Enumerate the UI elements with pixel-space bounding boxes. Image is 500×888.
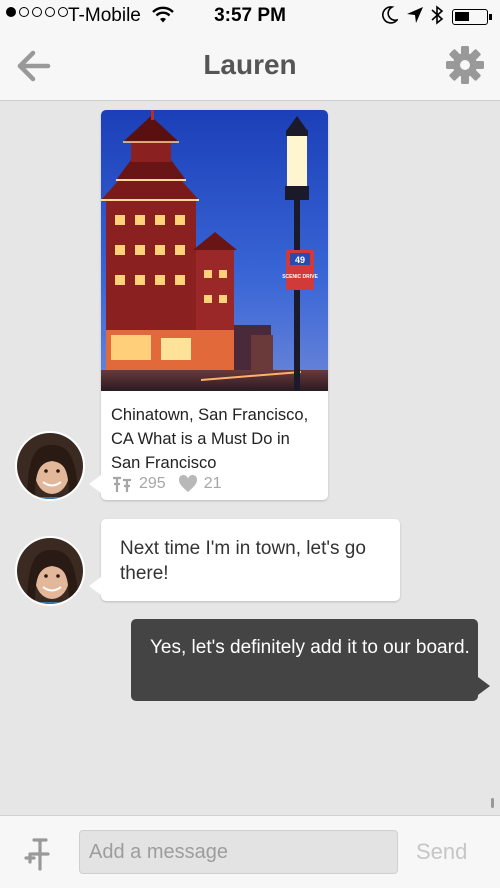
send-button[interactable]: Send: [416, 839, 467, 865]
scrollbar[interactable]: [491, 798, 494, 808]
bubble-tail: [89, 577, 101, 595]
moon-icon: [382, 6, 398, 24]
message-text: Next time I'm in town, let's go there!: [120, 538, 366, 584]
gear-icon[interactable]: [444, 44, 486, 86]
incoming-message[interactable]: Next time I'm in town, let's go there!: [89, 519, 400, 601]
page-title: Lauren: [203, 49, 297, 80]
repin-count: 295: [139, 475, 166, 492]
pin-description[interactable]: Chinatown, San Francisco, CA What is a M…: [111, 403, 323, 475]
pin-image[interactable]: 49 SCENIC DRIVE: [101, 110, 328, 391]
bubble-tail: [478, 677, 490, 695]
outgoing-message[interactable]: Yes, let's definitely add it to our boar…: [131, 619, 490, 701]
message-list[interactable]: 49 SCENIC DRIVE Chinatown, San Francisco…: [0, 101, 500, 815]
clock: 3:57 PM: [214, 5, 286, 26]
battery-icon: [452, 9, 492, 25]
location-arrow-icon: [407, 7, 423, 23]
repin-icon: [113, 476, 131, 492]
status-bar: T-Mobile 3:57 PM: [0, 0, 500, 32]
message-input[interactable]: [79, 830, 398, 874]
pin-stats: 295 21: [111, 475, 222, 493]
highway-sign-number: 49: [295, 255, 305, 265]
bubble-tail: [89, 475, 101, 493]
highway-sign-text: SCENIC DRIVE: [282, 274, 318, 280]
heart-icon: [178, 475, 197, 492]
nav-bar: Lauren: [0, 32, 500, 101]
pin-card[interactable]: 49 SCENIC DRIVE Chinatown, San Francisco…: [89, 110, 328, 500]
pin-icon[interactable]: [22, 836, 58, 872]
like-count: 21: [203, 475, 222, 492]
avatar[interactable]: [15, 431, 85, 501]
message-text: Yes, let's definitely add it to our boar…: [150, 637, 470, 658]
bluetooth-icon: [431, 5, 444, 25]
avatar[interactable]: [15, 536, 85, 606]
message-composer: Send: [0, 815, 500, 888]
